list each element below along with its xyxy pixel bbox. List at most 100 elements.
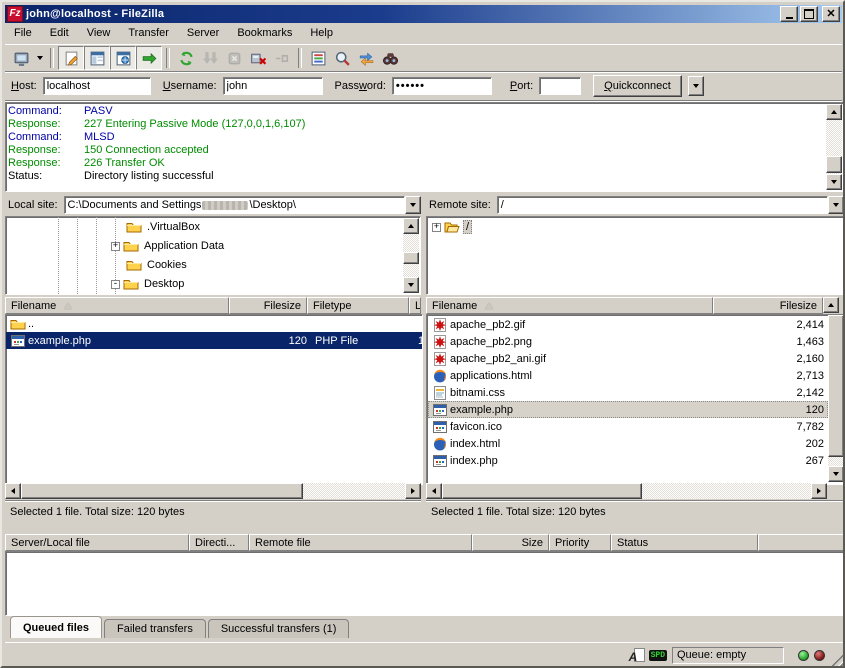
- local-horizontal-scrollbar[interactable]: [5, 483, 421, 499]
- scrollbar-thumb[interactable]: [21, 483, 303, 499]
- column-size[interactable]: Size: [472, 534, 549, 551]
- port-label: Port:: [510, 80, 533, 92]
- column-remote-file[interactable]: Remote file: [249, 534, 472, 551]
- html-file-icon: [432, 436, 448, 452]
- column-direction[interactable]: Directi...: [189, 534, 249, 551]
- refresh-icon: [178, 50, 195, 67]
- expand-icon[interactable]: +: [111, 242, 120, 251]
- tree-item-root[interactable]: + /: [432, 219, 472, 235]
- password-input[interactable]: [392, 77, 492, 95]
- tree-item-application-data[interactable]: + Application Data: [111, 238, 226, 254]
- scrollbar-thumb[interactable]: [442, 483, 642, 499]
- maximize-button[interactable]: [800, 6, 818, 22]
- log-row: Response:227 Entering Passive Mode (127,…: [8, 118, 825, 131]
- menu-file[interactable]: File: [5, 25, 41, 41]
- remote-file-row[interactable]: applications.html2,713: [428, 367, 828, 384]
- scrollbar-thumb[interactable]: [403, 252, 419, 264]
- close-button[interactable]: ✕: [822, 6, 840, 22]
- menu-help[interactable]: Help: [301, 25, 342, 41]
- remote-list-scrollbar[interactable]: [828, 315, 844, 482]
- toggle-message-log-button[interactable]: [58, 46, 84, 70]
- tree-item-desktop[interactable]: - Desktop: [111, 276, 186, 292]
- local-tree-scrollbar[interactable]: [403, 218, 419, 293]
- remote-file-row[interactable]: favicon.ico7,782: [428, 418, 828, 435]
- remote-file-row[interactable]: index.html202: [428, 435, 828, 452]
- refresh-button[interactable]: [174, 47, 198, 69]
- remote-file-row[interactable]: apache_pb2.png1,463: [428, 333, 828, 350]
- scroll-up-button[interactable]: [826, 104, 842, 120]
- local-site-dropdown[interactable]: [405, 196, 421, 214]
- log-scrollbar[interactable]: [826, 104, 842, 190]
- site-manager-button[interactable]: [9, 47, 33, 69]
- column-last-modified[interactable]: L: [409, 297, 421, 314]
- port-input[interactable]: [539, 77, 581, 95]
- column-priority[interactable]: Priority: [549, 534, 611, 551]
- local-tree-icon: [89, 50, 106, 67]
- toolbar: [5, 44, 842, 71]
- resize-grip[interactable]: [830, 653, 844, 667]
- scroll-up-button[interactable]: [823, 297, 839, 313]
- remote-file-row-selected[interactable]: example.php120: [428, 401, 828, 418]
- scroll-down-button[interactable]: [826, 174, 842, 190]
- disconnect-button[interactable]: [246, 47, 270, 69]
- column-filesize[interactable]: Filesize: [229, 297, 307, 314]
- scroll-right-button[interactable]: [811, 483, 827, 499]
- toggle-remote-tree-button[interactable]: [110, 46, 136, 70]
- site-manager-dropdown[interactable]: [33, 47, 46, 69]
- scroll-up-button[interactable]: [403, 218, 419, 234]
- host-input[interactable]: [43, 77, 151, 95]
- column-status[interactable]: Status: [611, 534, 758, 551]
- collapse-icon[interactable]: -: [111, 280, 120, 289]
- tree-item-cookies[interactable]: Cookies: [126, 257, 189, 273]
- scroll-left-button[interactable]: [426, 483, 442, 499]
- directory-comparison-button[interactable]: [330, 47, 354, 69]
- remote-site-combobox[interactable]: /: [497, 196, 828, 214]
- remote-file-row[interactable]: bitnami.css2,142: [428, 384, 828, 401]
- scroll-down-button[interactable]: [403, 277, 419, 293]
- toggle-queue-button[interactable]: [136, 46, 162, 70]
- arrow-down-icon: [408, 283, 414, 287]
- local-file-row-parent[interactable]: ..: [6, 315, 422, 332]
- column-filetype[interactable]: Filetype: [307, 297, 409, 314]
- remote-site-dropdown[interactable]: [828, 196, 844, 214]
- message-log: Command:PASV Response:227 Entering Passi…: [5, 102, 844, 192]
- scroll-down-button[interactable]: [828, 466, 844, 482]
- remote-list-header: Filename Filesize: [426, 297, 844, 314]
- column-filename[interactable]: Filename: [426, 297, 713, 314]
- scrollbar-thumb[interactable]: [826, 156, 842, 173]
- remote-file-row[interactable]: apache_pb2.gif2,414: [428, 316, 828, 333]
- remote-horizontal-scrollbar[interactable]: [426, 483, 827, 499]
- expand-icon[interactable]: +: [432, 223, 441, 232]
- scroll-left-button[interactable]: [5, 483, 21, 499]
- username-input[interactable]: [223, 77, 323, 95]
- html-file-icon: [432, 368, 448, 384]
- synchronized-browsing-button[interactable]: [354, 47, 378, 69]
- window-title: john@localhost - FileZilla: [26, 8, 164, 20]
- tab-successful-transfers[interactable]: Successful transfers (1): [208, 619, 350, 638]
- column-spacer: [758, 534, 844, 551]
- menu-edit[interactable]: Edit: [41, 25, 78, 41]
- scroll-right-button[interactable]: [405, 483, 421, 499]
- menu-view[interactable]: View: [78, 25, 120, 41]
- menu-transfer[interactable]: Transfer: [119, 25, 178, 41]
- column-filename[interactable]: Filename: [5, 297, 229, 314]
- quickconnect-button[interactable]: Quickconnect: [593, 75, 682, 97]
- tree-item-virtualbox[interactable]: .VirtualBox: [126, 219, 202, 235]
- tab-queued-files[interactable]: Queued files: [10, 616, 102, 638]
- column-filesize[interactable]: Filesize: [713, 297, 823, 314]
- filter-button[interactable]: [306, 47, 330, 69]
- tree-guide-line: [96, 217, 97, 294]
- menu-server[interactable]: Server: [178, 25, 228, 41]
- menu-bookmarks[interactable]: Bookmarks: [228, 25, 301, 41]
- remote-file-row[interactable]: index.php267: [428, 452, 828, 469]
- tab-failed-transfers[interactable]: Failed transfers: [104, 619, 206, 638]
- find-files-button[interactable]: [378, 47, 402, 69]
- quickconnect-dropdown[interactable]: [688, 76, 704, 96]
- local-file-row-selected[interactable]: example.php 120 PHP File 1: [6, 332, 422, 349]
- column-server-local-file[interactable]: Server/Local file: [5, 534, 189, 551]
- toggle-local-tree-button[interactable]: [84, 46, 110, 70]
- scrollbar-thumb[interactable]: [828, 315, 844, 457]
- local-site-combobox[interactable]: C:\Documents and Settings\Desktop\: [64, 196, 405, 214]
- remote-file-row[interactable]: apache_pb2_ani.gif2,160: [428, 350, 828, 367]
- minimize-button[interactable]: [780, 6, 798, 22]
